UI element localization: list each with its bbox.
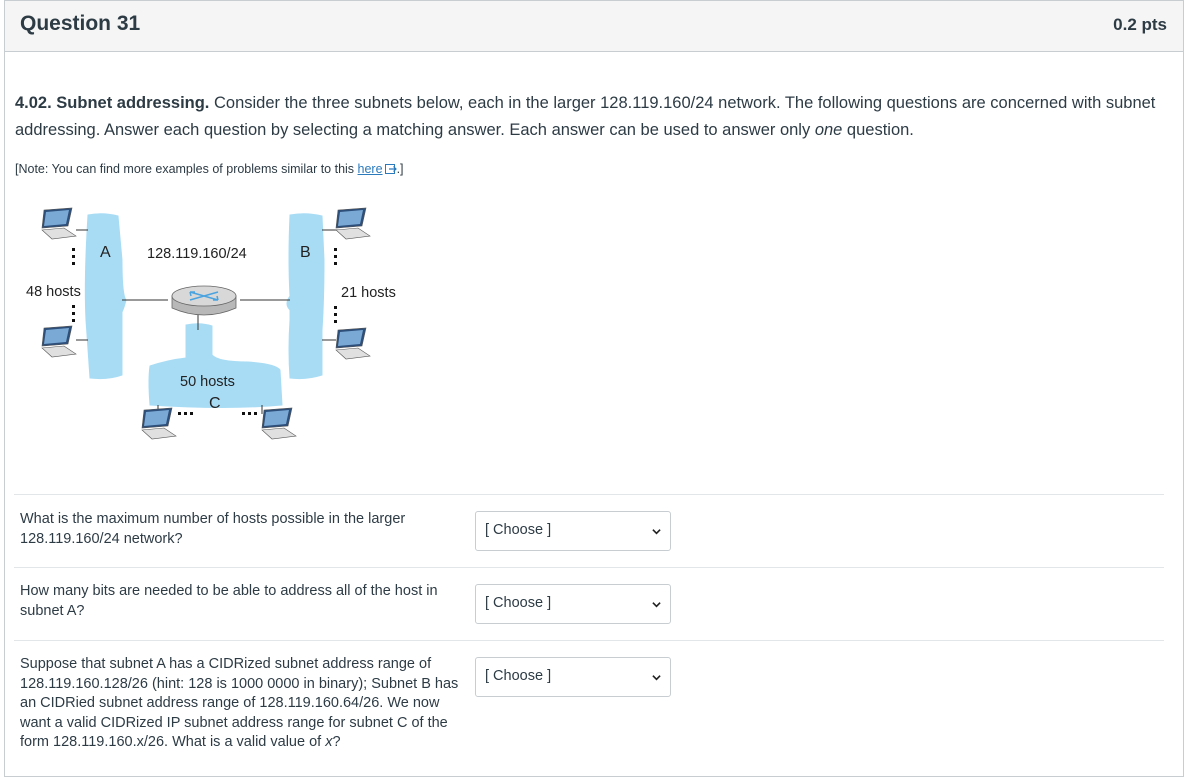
select-value: [ Choose ] bbox=[485, 595, 552, 611]
chevron-down-icon bbox=[652, 675, 661, 681]
answer-question: What is the maximum number of hosts poss… bbox=[20, 511, 406, 547]
select-value: [ Choose ] bbox=[485, 668, 552, 684]
ellipsis-a-bottom bbox=[72, 305, 75, 322]
ellipsis-c-right bbox=[242, 412, 257, 415]
note: [Note: You can find more examples of pro… bbox=[15, 162, 404, 176]
select-value: [ Choose ] bbox=[485, 522, 552, 538]
intro-emphasis: one bbox=[814, 121, 843, 139]
hosts-a-label: 48 hosts bbox=[26, 284, 81, 300]
note-suffix: .] bbox=[396, 162, 404, 176]
question-header: Question 31 0.2 pts bbox=[5, 1, 1183, 52]
ellipsis-c-left bbox=[178, 412, 193, 415]
answer-question-text-1: Suppose that subnet A has a CIDRized sub… bbox=[20, 656, 459, 750]
answer-select[interactable]: [ Choose ] bbox=[475, 657, 671, 697]
intro-heading: 4.02. Subnet addressing. bbox=[15, 94, 210, 112]
ellipsis-a-top bbox=[72, 248, 75, 265]
answer-question: How many bits are needed to be able to a… bbox=[20, 583, 438, 619]
answer-select[interactable]: [ Choose ] bbox=[475, 511, 671, 551]
subnet-a-label: A bbox=[100, 244, 111, 261]
subnet-c-label: C bbox=[209, 395, 221, 412]
computer-icon-c-right bbox=[261, 407, 297, 440]
external-link-icon bbox=[384, 164, 397, 174]
hosts-c-label: 50 hosts bbox=[180, 374, 235, 390]
ellipsis-b-top bbox=[334, 248, 337, 265]
router-icon bbox=[171, 285, 237, 316]
computer-icon-b-bottom bbox=[335, 327, 371, 360]
computer-icon-a-bottom bbox=[41, 325, 77, 358]
network-label: 128.119.160/24 bbox=[147, 246, 247, 262]
ellipsis-b-bottom bbox=[334, 306, 337, 323]
note-link[interactable]: here bbox=[358, 162, 383, 176]
question-title: Question 31 bbox=[20, 12, 141, 35]
answer-list: What is the maximum number of hosts poss… bbox=[14, 494, 1164, 779]
computer-icon-b-top bbox=[335, 207, 371, 240]
chevron-down-icon bbox=[652, 529, 661, 535]
computer-icon-c-left bbox=[141, 407, 177, 440]
computer-icon-a-top bbox=[41, 207, 77, 240]
note-prefix: [Note: You can find more examples of pro… bbox=[15, 162, 358, 176]
subnet-b-label: B bbox=[300, 244, 311, 261]
chevron-down-icon bbox=[652, 602, 661, 608]
answer-question-text-2: ? bbox=[332, 734, 341, 750]
subnet-diagram: A 128.119.160/24 B 48 hosts 21 hosts 50 … bbox=[26, 207, 396, 440]
intro-text-2: question. bbox=[842, 121, 914, 139]
answer-row: How many bits are needed to be able to a… bbox=[14, 567, 1164, 640]
answer-row: What is the maximum number of hosts poss… bbox=[14, 494, 1164, 567]
question-intro: 4.02. Subnet addressing. Consider the th… bbox=[15, 90, 1165, 144]
answer-row: Suppose that subnet A has a CIDRized sub… bbox=[14, 640, 1164, 779]
question-points: 0.2 pts bbox=[1113, 15, 1167, 34]
answer-question: Suppose that subnet A has a CIDRized sub… bbox=[20, 655, 470, 753]
subnet-a-region bbox=[84, 213, 127, 380]
answer-select[interactable]: [ Choose ] bbox=[475, 584, 671, 624]
hosts-b-label: 21 hosts bbox=[341, 285, 396, 301]
subnet-b-region bbox=[286, 213, 325, 380]
